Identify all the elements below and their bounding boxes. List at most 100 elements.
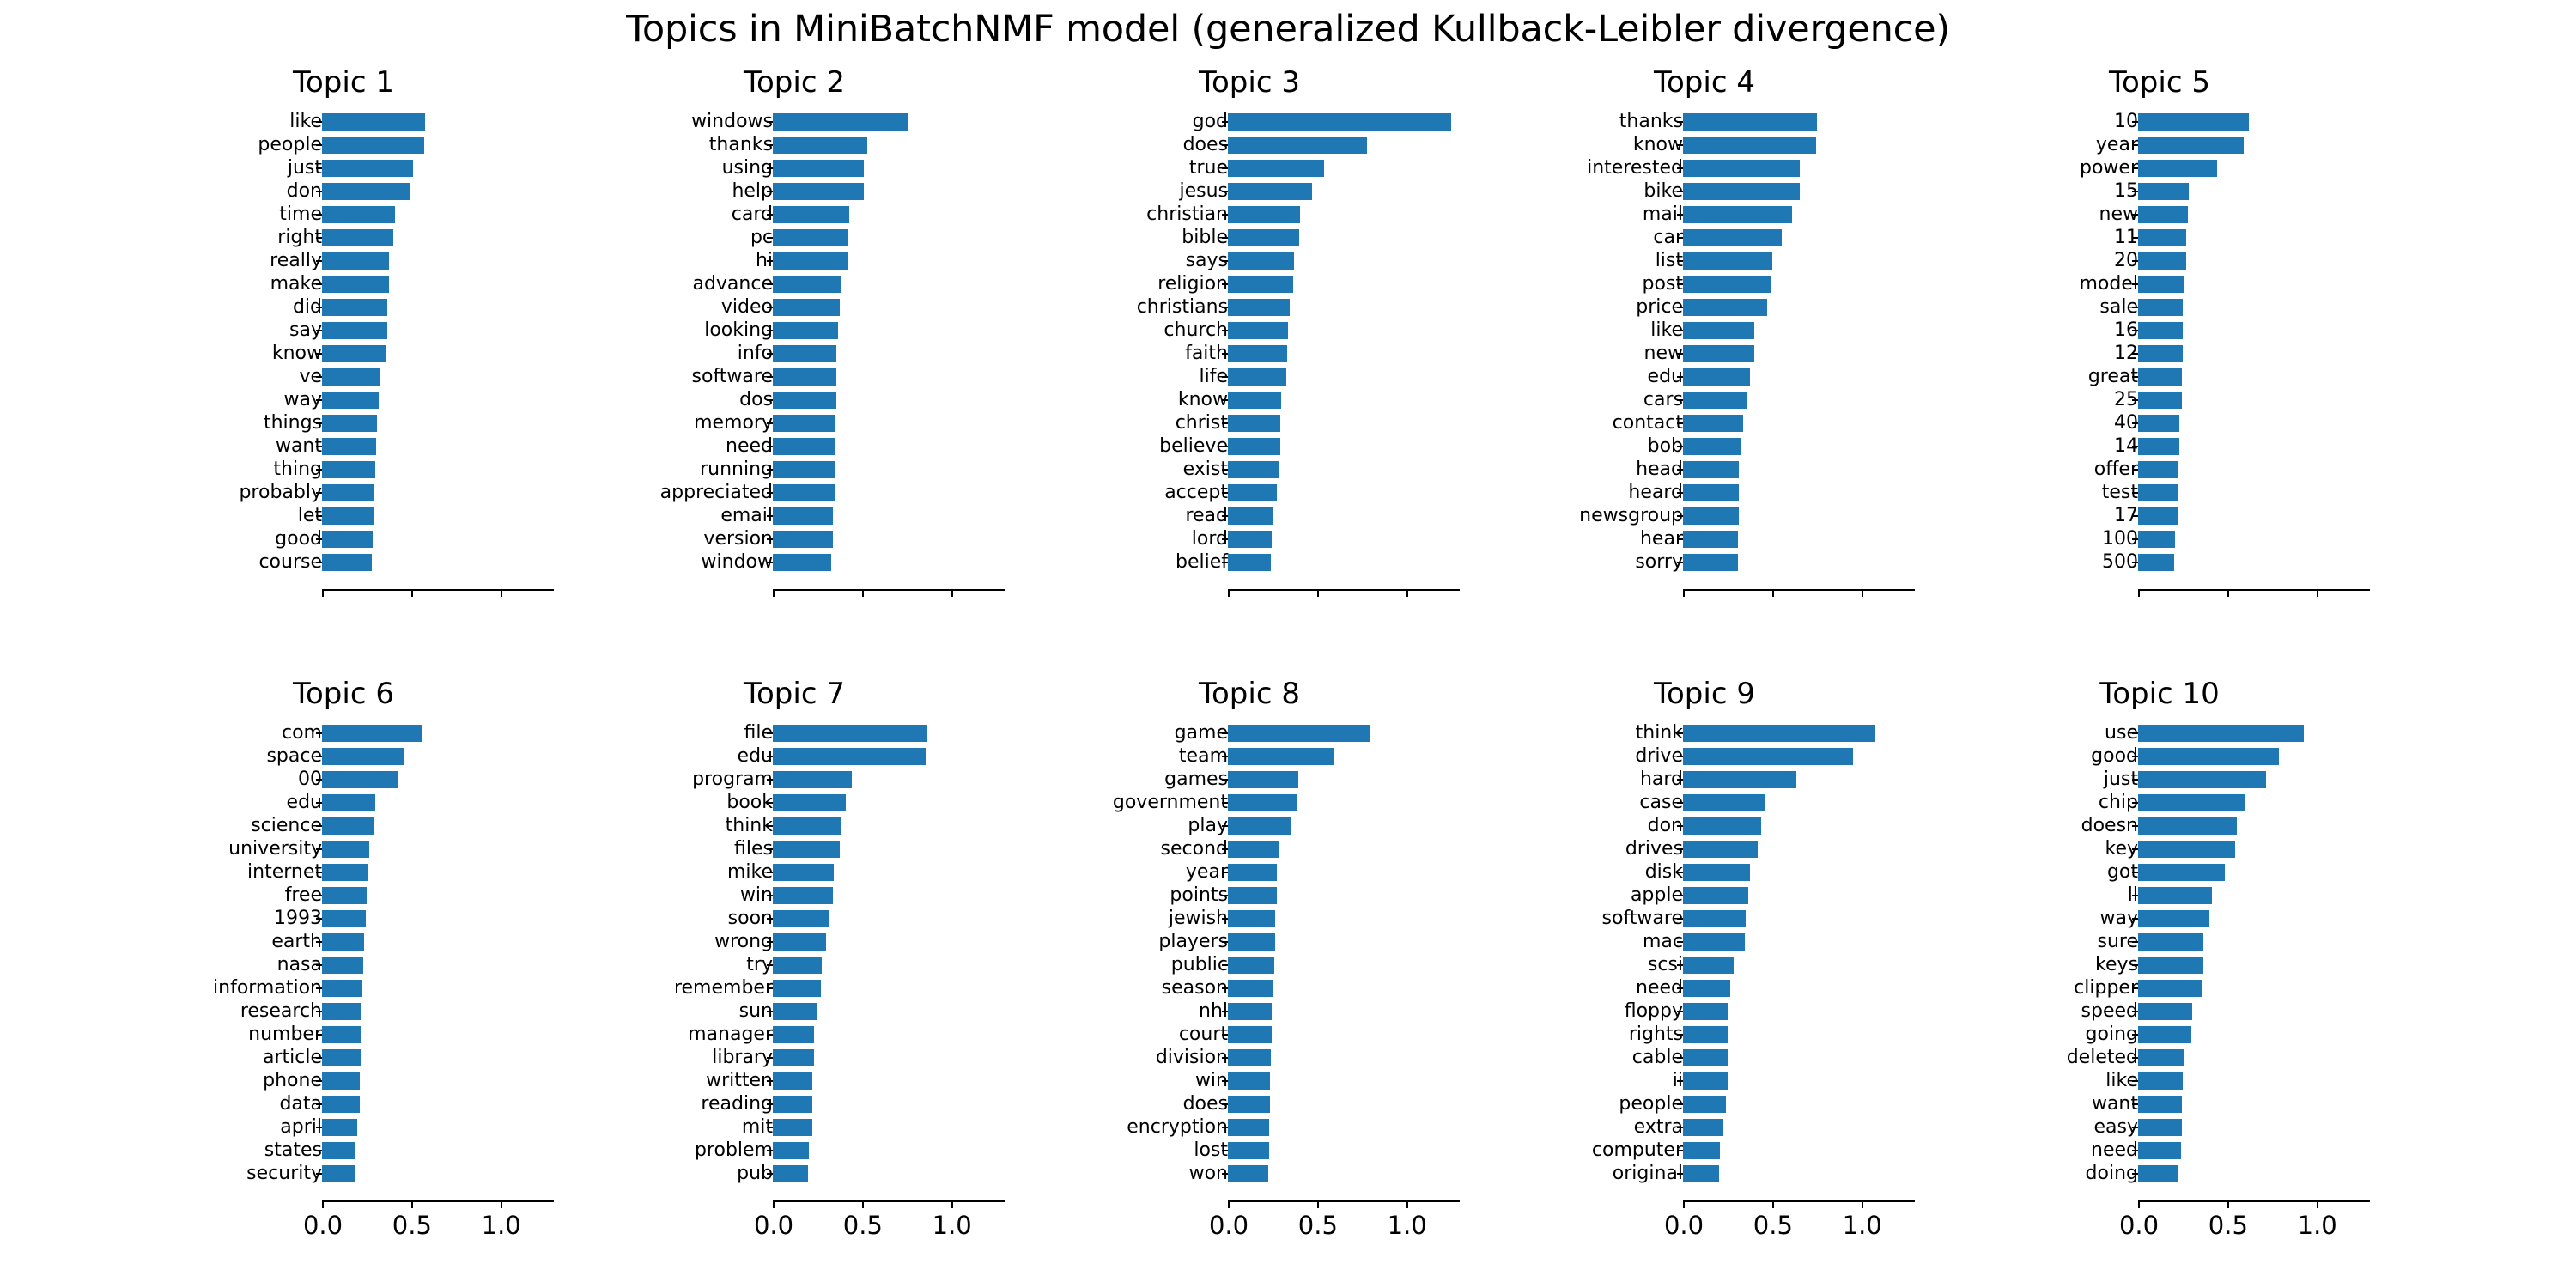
bar-row: does — [1022, 133, 1477, 156]
bar-row: sure — [1932, 930, 2387, 953]
bar — [322, 840, 370, 858]
bar-rows: 10 year power 15 new 11 20 model sale 16 12 great 25… — [1932, 110, 2387, 574]
y-tick-label: files — [734, 838, 773, 860]
y-tick-label: university — [228, 838, 322, 860]
y-tick-label: bob — [1647, 435, 1683, 457]
y-tick-label: public — [1170, 954, 1228, 975]
bar-row: library — [567, 1046, 1022, 1069]
bar — [1228, 1095, 1270, 1113]
y-tick-mark — [316, 964, 322, 966]
y-tick-label: 11 — [2114, 227, 2138, 248]
bar — [1683, 112, 1817, 131]
bar — [1228, 793, 1297, 811]
y-tick-mark — [1222, 987, 1228, 989]
bar-row: ii — [1477, 1069, 1932, 1092]
y-tick-mark — [316, 1150, 322, 1151]
y-tick-mark — [316, 1034, 322, 1036]
bar-row: advance — [567, 272, 1022, 295]
y-tick-label: does — [1182, 1093, 1228, 1115]
bar — [1683, 275, 1771, 293]
bar-row: course — [116, 550, 571, 574]
bar-row: win — [567, 884, 1022, 907]
y-tick-mark — [767, 825, 773, 827]
bar — [1683, 817, 1762, 835]
bar — [2138, 507, 2178, 525]
bar — [1683, 182, 1801, 200]
y-tick-label: internet — [247, 861, 322, 883]
bar — [322, 909, 366, 927]
y-tick-label: window — [701, 551, 773, 573]
y-tick-mark — [316, 330, 322, 331]
y-tick-mark — [316, 307, 322, 308]
x-tick-mark — [1861, 1200, 1863, 1208]
y-tick-mark — [1222, 1057, 1228, 1059]
bar-row: read — [1022, 504, 1477, 527]
bar-row: 10 — [1932, 110, 2387, 133]
bar — [2138, 414, 2179, 432]
bar — [773, 747, 926, 765]
y-tick-mark — [1677, 307, 1683, 308]
bar-row: know — [1477, 133, 1932, 156]
y-tick-label: win — [739, 884, 773, 906]
bar-row: model — [1932, 272, 2387, 295]
y-tick-label: think — [725, 815, 773, 836]
y-tick-label: 14 — [2114, 435, 2138, 457]
bar-row: sorry — [1477, 550, 1932, 574]
bar-row: people — [116, 133, 571, 156]
bar-row: season — [1022, 976, 1477, 999]
bar — [773, 298, 840, 316]
y-tick-label: post — [1642, 273, 1683, 295]
bar-row: think — [1477, 721, 1932, 744]
y-tick-label: windows — [691, 111, 773, 132]
bar — [2138, 1118, 2182, 1136]
bar-row: email — [567, 504, 1022, 527]
y-tick-label: deleted — [2066, 1047, 2138, 1068]
y-tick-label: bike — [1643, 180, 1683, 202]
bar-row: christian — [1022, 203, 1477, 226]
bar — [2138, 724, 2305, 742]
y-tick-label: like — [1650, 319, 1683, 341]
bar — [1683, 228, 1783, 246]
bar-row: cars — [1477, 388, 1932, 411]
y-tick-label: 00 — [298, 769, 322, 790]
x-tick-mark — [1316, 1200, 1319, 1208]
y-tick-label: program — [692, 769, 773, 790]
y-tick-mark — [1677, 1103, 1683, 1105]
bar-row: christians — [1022, 295, 1477, 319]
y-tick-label: number — [248, 1024, 322, 1045]
bar-row: list — [1477, 249, 1932, 272]
bar — [1683, 553, 1739, 571]
y-tick-label: thanks — [1619, 111, 1683, 132]
y-tick-label: memory — [694, 412, 773, 434]
bar — [322, 344, 386, 362]
y-tick-label: information — [213, 977, 322, 999]
plot-area: windows thanks using help card pc hi advance vid… — [567, 110, 1022, 634]
bar-row: 100 — [1932, 527, 2387, 550]
bar-row: lord — [1022, 527, 1477, 550]
bar — [1228, 228, 1300, 246]
bar-row: speed — [1932, 999, 2387, 1023]
y-tick-mark — [767, 515, 773, 517]
bar — [1683, 840, 1759, 858]
y-tick-mark — [2132, 538, 2138, 540]
y-tick-mark — [316, 941, 322, 943]
y-tick-label: division — [1155, 1047, 1228, 1068]
y-tick-mark — [1222, 756, 1228, 757]
y-tick-mark — [2132, 825, 2138, 827]
x-tick-mark — [2138, 589, 2140, 597]
y-tick-mark — [767, 1173, 773, 1175]
y-tick-label: drives — [1625, 838, 1683, 860]
y-tick-label: offer — [2093, 459, 2138, 480]
y-tick-label: belief — [1175, 551, 1228, 573]
y-tick-mark — [767, 941, 773, 943]
y-tick-label: data — [279, 1093, 322, 1115]
subplot-title: Topic 2 — [744, 65, 845, 100]
bar — [322, 1048, 361, 1066]
bar — [1228, 460, 1280, 478]
bar-row: edu — [567, 744, 1022, 768]
bar — [2138, 530, 2175, 548]
y-tick-label: using — [721, 157, 773, 179]
y-tick-label: new — [2099, 204, 2138, 225]
bar-row: apple — [1477, 884, 1932, 907]
y-tick-label: case — [1639, 792, 1683, 813]
